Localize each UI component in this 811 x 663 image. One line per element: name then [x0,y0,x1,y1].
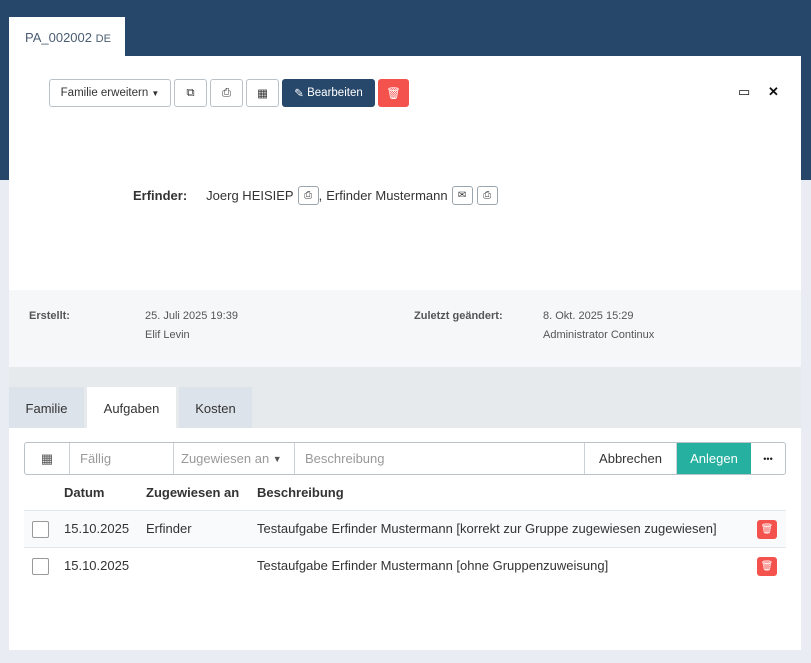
row-date: 15.10.2025 [64,521,130,536]
edit-button[interactable]: ✎ Bearbeiten [282,79,375,107]
created-date: 25. Juli 2025 19:39 [145,310,238,322]
calculator-icon: ▦ [257,88,268,100]
table-header: Datum Zugewiesen an Beschreibung [24,485,786,511]
calculator-button[interactable]: ▦ [246,79,279,107]
row-delete-button[interactable]: 🗑 [757,520,777,539]
edit-icon: ✎ [294,88,304,100]
tab-familie[interactable]: Familie [9,387,84,428]
row-checkbox[interactable] [32,558,49,575]
row-checkbox[interactable] [32,521,49,538]
task-form: ▦ Fällig Zugewiesen an ▼ Beschreibung Ab… [24,442,786,475]
header-assigned: Zugewiesen an [146,485,240,500]
print-icon: ⎙ [221,86,232,99]
separator: , [318,188,323,203]
assigned-select[interactable]: Zugewiesen an ▼ [174,443,295,474]
inventor-name: Joerg HEISIEP [206,188,294,203]
inventor-name: Erfinder Mustermann [326,188,448,203]
cancel-button[interactable]: Abbrechen [585,443,677,474]
row-date: 15.10.2025 [64,558,130,573]
row-description: Testaufgabe Erfinder Mustermann [korrekt… [257,521,717,536]
header-description: Beschreibung [257,485,344,500]
header-date: Datum [64,485,105,500]
row-delete-button[interactable]: 🗑 [757,557,777,576]
row-assigned: Erfinder [146,521,192,536]
meta-section: Erstellt: 25. Juli 2025 19:39 Elif Levin… [9,290,801,367]
created-label: Erstellt: [29,310,70,322]
table-row: 15.10.2025 Testaufgabe Erfinder Musterma… [24,547,786,584]
patent-card: Familie erweitern ▼ ⧉ ⎙ ▦ ✎ Bearbeiten 🗑… [9,56,801,650]
copy-icon: ⧉ [186,86,195,99]
mail-inventor-button[interactable]: ✉ [451,186,473,205]
close-icon[interactable]: ✕ [768,84,779,100]
assigned-select-label: Zugewiesen an [181,451,270,466]
tab-aufgaben[interactable]: Aufgaben [87,387,176,428]
modified-date: 8. Okt. 2025 15:29 [543,310,634,322]
patent-tab[interactable]: PA_002002 DE [9,17,125,57]
description-input[interactable]: Beschreibung [295,443,585,474]
patent-id: PA_002002 [25,30,92,45]
patent-country: DE [95,33,111,45]
table-row: 15.10.2025 Erfinder Testaufgabe Erfinder… [24,510,786,547]
due-input[interactable]: Fällig [70,443,174,474]
more-button[interactable]: ••• [751,443,785,474]
modified-by: Administrator Continux [543,329,655,341]
family-extend-button[interactable]: Familie erweitern ▼ [49,79,171,107]
trash-icon: 🗑 [386,88,401,100]
print-inventor-button[interactable]: ⎙ [297,186,319,205]
created-by: Elif Levin [145,329,190,341]
copy-button[interactable]: ⧉ [174,79,207,107]
print-button[interactable]: ⎙ [210,79,243,107]
maximize-icon[interactable]: ▭ [738,84,750,100]
tab-kosten[interactable]: Kosten [179,387,252,428]
create-button[interactable]: Anlegen [677,443,751,474]
print-inventor-button[interactable]: ⎙ [476,186,498,205]
family-extend-label: Familie erweitern [60,87,149,99]
inventors: Erfinder: Joerg HEISIEP ⎙, Erfinder Must… [133,186,498,205]
edit-label: Bearbeiten [307,87,363,99]
calendar-icon[interactable]: ▦ [25,443,70,474]
row-description: Testaufgabe Erfinder Mustermann [ohne Gr… [257,558,609,573]
tab-bar: Familie Aufgaben Kosten [9,367,801,428]
caret-down-icon: ▼ [151,88,160,98]
delete-button[interactable]: 🗑 [378,79,409,107]
inventors-label: Erfinder: [133,188,188,203]
modified-label: Zuletzt geändert: [414,310,503,322]
caret-down-icon: ▼ [272,453,282,464]
